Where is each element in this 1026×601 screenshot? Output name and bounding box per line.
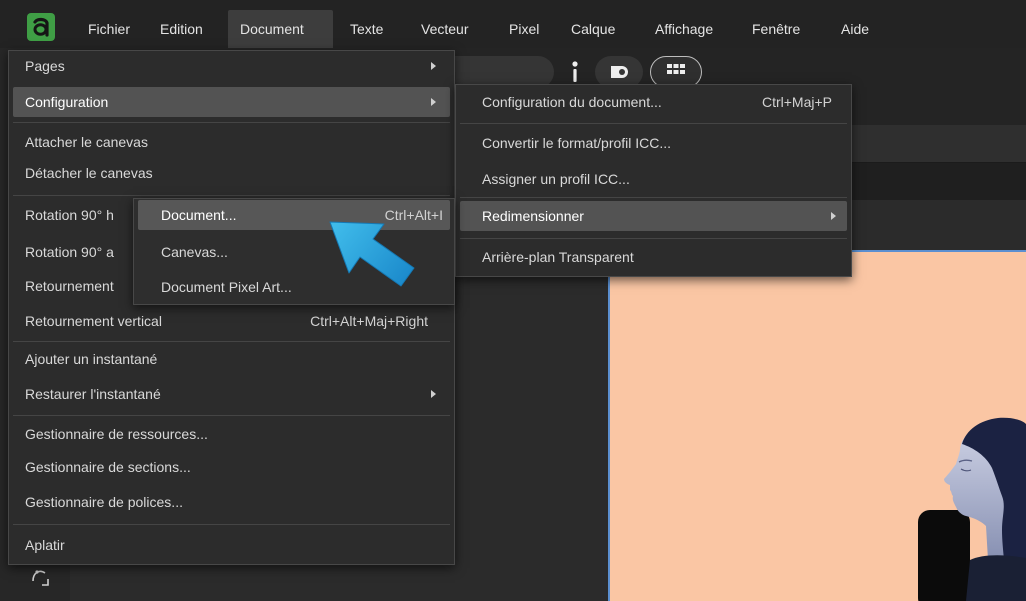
toggle-icon [611,66,628,78]
menu-item-label: Document... [161,207,237,223]
menu-item-label: Pages [25,58,65,74]
shortcut-label: Ctrl+Alt+I [384,207,443,223]
menu-item-label: Document Pixel Art... [161,279,292,295]
document-menu: Pages Configuration Attacher le canevas … [8,50,455,565]
menu-item-redim-pixel-art[interactable]: Document Pixel Art... [138,272,450,302]
menu-item-label: Rotation 90° h [25,207,114,223]
grid-icon [667,64,685,74]
menu-item-label: Gestionnaire de polices... [25,494,183,510]
menu-separator [13,195,450,196]
chevron-right-icon [431,390,436,398]
menu-fichier[interactable]: Fichier [76,10,142,48]
affinity-logo-icon[interactable] [27,13,55,41]
menu-item-assigner-profil[interactable]: Assigner un profil ICC... [460,164,847,194]
menu-item-label: Canevas... [161,244,228,260]
menu-item-gestionnaire-ressources[interactable]: Gestionnaire de ressources... [13,419,450,449]
menu-item-gestionnaire-sections[interactable]: Gestionnaire de sections... [13,452,450,482]
menu-separator [13,415,450,416]
node-tool-icon[interactable] [28,564,52,590]
menu-item-label: Configuration [25,94,109,110]
chevron-right-icon [431,98,436,106]
menu-item-gestionnaire-polices[interactable]: Gestionnaire de polices... [13,487,450,517]
menu-item-detacher-canevas[interactable]: Détacher le canevas [13,158,450,188]
more-icon[interactable] [570,60,580,82]
menu-item-retournement-vertical[interactable]: Retournement vertical Ctrl+Alt+Maj+Right [13,306,450,336]
menu-item-label: Aplatir [25,537,65,553]
menu-item-label: Convertir le format/profil ICC... [482,135,672,151]
menu-item-label: Redimensionner [482,208,584,224]
menu-separator [13,122,450,123]
menu-aide[interactable]: Aide [829,10,881,48]
portrait-image [918,417,1026,601]
menu-item-label: Retournement [25,278,114,294]
menu-item-redim-document[interactable]: Document... Ctrl+Alt+I [138,200,450,230]
menubar: Fichier Edition Document Texte Vecteur P… [0,0,1026,48]
menu-item-ajouter-instantane[interactable]: Ajouter un instantané [13,344,450,374]
menu-item-label: Retournement vertical [25,313,162,329]
menu-item-restaurer-instantane[interactable]: Restaurer l'instantané [13,379,450,409]
menu-texte[interactable]: Texte [338,10,395,48]
menu-item-label: Attacher le canevas [25,134,148,150]
menu-separator [460,123,847,124]
document-canvas[interactable] [608,250,1026,601]
menu-item-label: Détacher le canevas [25,165,153,181]
menu-item-label: Gestionnaire de sections... [25,459,191,475]
menu-item-label: Arrière-plan Transparent [482,249,634,265]
menu-item-redim-canevas[interactable]: Canevas... [138,237,450,267]
redimensionner-submenu: Document... Ctrl+Alt+I Canevas... Docume… [133,198,455,305]
menu-document[interactable]: Document [228,10,333,48]
shortcut-label: Ctrl+Maj+P [761,94,832,110]
menu-separator [460,197,847,198]
configuration-submenu: Configuration du document... Ctrl+Maj+P … [455,84,852,277]
menu-item-redimensionner[interactable]: Redimensionner [460,201,847,231]
menu-item-label: Rotation 90° a [25,244,114,260]
menu-item-label: Ajouter un instantané [25,351,158,367]
menu-affichage[interactable]: Affichage [643,10,725,48]
menu-item-configuration[interactable]: Configuration [13,87,450,117]
menu-item-pages[interactable]: Pages [13,51,450,81]
menu-item-label: Gestionnaire de ressources... [25,426,208,442]
menu-fenetre[interactable]: Fenêtre [740,10,812,48]
menu-calque[interactable]: Calque [559,10,627,48]
menu-separator [13,524,450,525]
menu-item-convertir-profil[interactable]: Convertir le format/profil ICC... [460,128,847,158]
menu-item-label: Assigner un profil ICC... [482,171,630,187]
shortcut-label: Ctrl+Alt+Maj+Right [310,313,428,329]
menu-vecteur[interactable]: Vecteur [409,10,480,48]
menu-item-arriere-plan-transparent[interactable]: Arrière-plan Transparent [460,242,847,272]
menu-item-aplatir[interactable]: Aplatir [13,530,450,560]
menu-item-label: Configuration du document... [482,94,662,110]
menu-item-configuration-document[interactable]: Configuration du document... Ctrl+Maj+P [460,87,847,117]
chevron-right-icon [431,62,436,70]
menu-pixel[interactable]: Pixel [497,10,551,48]
chevron-right-icon [831,212,836,220]
menu-edition[interactable]: Edition [148,10,215,48]
menu-item-attacher-canevas[interactable]: Attacher le canevas [13,127,450,157]
menu-separator [13,341,450,342]
menu-separator [460,238,847,239]
menu-item-label: Restaurer l'instantané [25,386,161,402]
